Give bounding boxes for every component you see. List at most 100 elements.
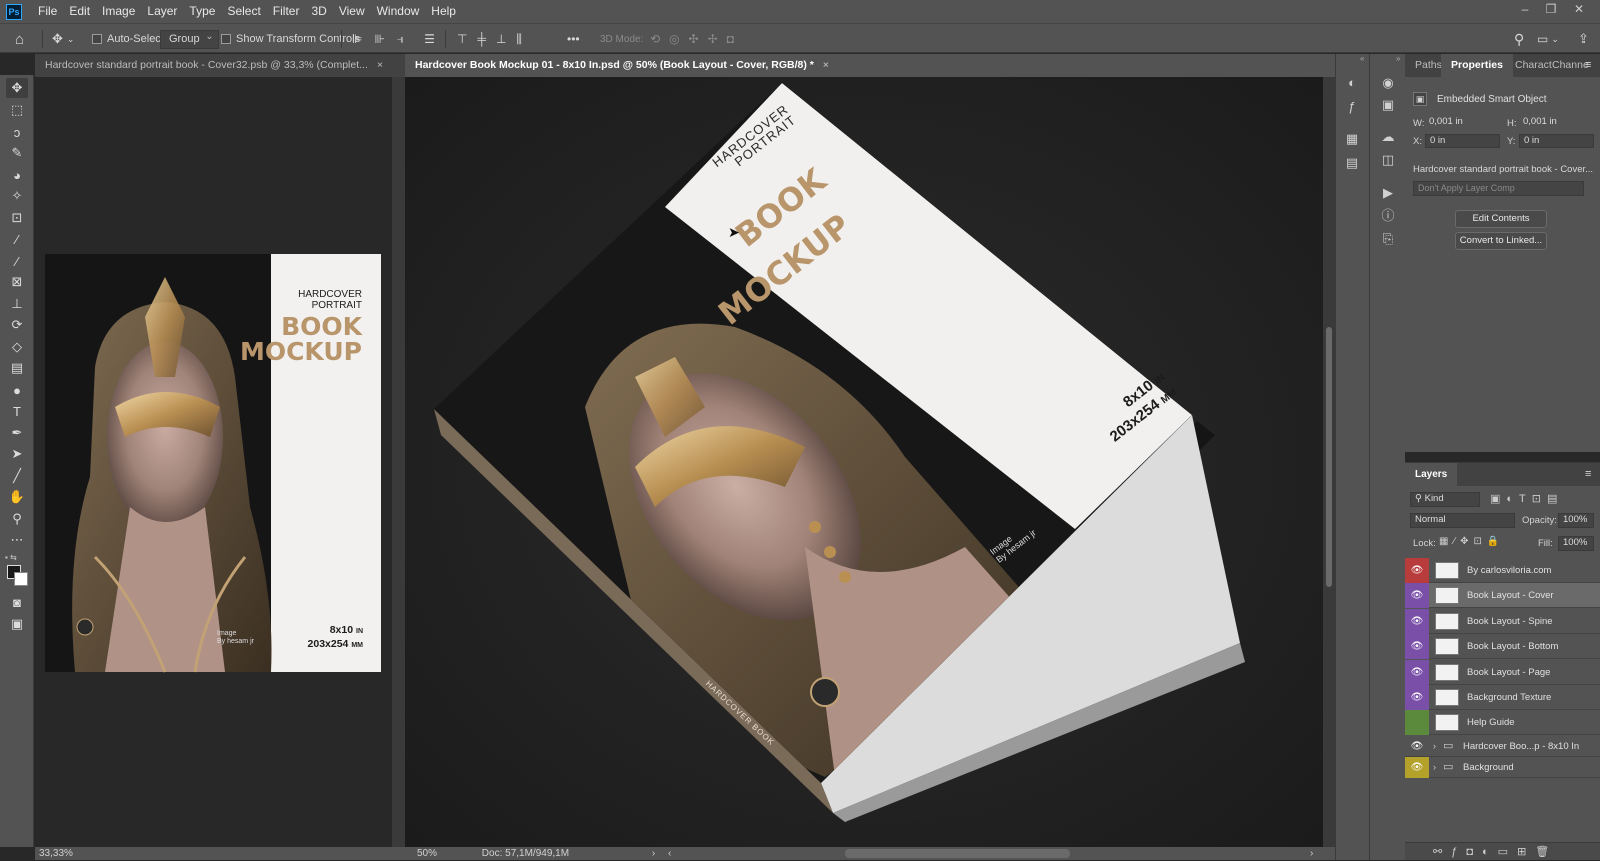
color-icon[interactable]: ◉ <box>1378 74 1398 92</box>
marquee-tool-icon[interactable]: ⬚ <box>6 100 28 120</box>
styles-icon[interactable]: ƒ <box>1342 98 1362 116</box>
gradient-tool-icon[interactable]: ▤ <box>6 358 28 378</box>
layer-filter-icons[interactable]: ▣◐T⊡▤ <box>1490 492 1563 505</box>
right-vertical-scrollbar[interactable] <box>1323 77 1335 847</box>
link-layers-icon[interactable]: ⚯ <box>1433 846 1451 858</box>
adjustment-layer-icon[interactable]: ◐ <box>1482 846 1498 858</box>
width-field[interactable]: 0,001 in <box>1425 116 1490 130</box>
slide-3d-icon[interactable]: ✢ <box>708 32 718 46</box>
align-vertical-icons[interactable]: ⊤ ╪ ⊥ ⫼ <box>457 24 522 54</box>
height-field[interactable]: 0,001 in <box>1519 116 1584 130</box>
pan-3d-icon[interactable]: ✣ <box>689 32 699 46</box>
expand-group-icon[interactable]: › <box>1433 757 1436 778</box>
layer-row[interactable]: 👁 Background Texture <box>1405 685 1600 710</box>
menu-layer[interactable]: Layer <box>141 0 183 23</box>
fill-field[interactable]: 100% <box>1558 536 1594 551</box>
eye-icon[interactable]: 👁 <box>1405 659 1429 685</box>
close-tab-icon[interactable]: × <box>823 59 829 71</box>
crop-tool-icon[interactable]: ⊡ <box>6 208 28 228</box>
eye-icon[interactable]: 👁 <box>1405 736 1429 757</box>
hand-tool-icon[interactable]: ✋ <box>6 487 28 507</box>
layer-row[interactable]: 👁 › ▭ Hardcover Boo...p - 8x10 In <box>1405 736 1600 757</box>
3d-icon[interactable]: ☁ <box>1378 128 1398 146</box>
close-tab-icon[interactable]: × <box>377 59 383 71</box>
align-right-icon[interactable]: ⫣ <box>397 32 406 47</box>
eye-icon[interactable]: 👁 <box>1405 558 1429 583</box>
distribute-icon[interactable]: ☰ <box>424 32 437 46</box>
align-middle-icon[interactable]: ╪ <box>477 32 486 46</box>
layer-row[interactable]: 👁 By carlosviloria.com <box>1405 558 1600 583</box>
layer-filter-kind[interactable]: ⚲ Kind <box>1410 492 1480 507</box>
convert-to-linked-button[interactable]: Convert to Linked... <box>1455 232 1547 250</box>
3d-mode-icons[interactable]: ⟲ ◎ ✣ ✢ ◘ <box>650 24 734 54</box>
menu-filter[interactable]: Filter <box>267 0 306 23</box>
eye-icon[interactable]: 👁 <box>1405 685 1429 710</box>
libraries-icon[interactable]: ▦ <box>1342 130 1362 148</box>
roll-3d-icon[interactable]: ◎ <box>669 32 679 46</box>
more-options-icon[interactable]: ••• <box>567 24 580 54</box>
minimize-icon[interactable]: – <box>1512 0 1538 20</box>
quick-mask-icon[interactable]: ◙ <box>6 592 28 612</box>
right-scroll-thumb[interactable] <box>1326 327 1332 587</box>
auto-select-checkbox[interactable]: Auto-Select: <box>92 24 167 54</box>
panel-menu-icon[interactable]: ≡ <box>1585 59 1591 71</box>
layer-row[interactable]: 👁 Book Layout - Cover <box>1405 583 1600 609</box>
restore-icon[interactable]: ❐ <box>1538 0 1564 20</box>
screen-mode-icon[interactable]: ▣ <box>6 614 28 634</box>
menu-view[interactable]: View <box>333 0 371 23</box>
left-canvas-scrollbar[interactable] <box>392 77 405 847</box>
new-layer-icon[interactable]: ⊞ <box>1517 846 1535 858</box>
expand-group-icon[interactable]: › <box>1433 736 1436 757</box>
notes-icon[interactable]: ▤ <box>1342 154 1362 172</box>
menu-help[interactable]: Help <box>425 0 462 23</box>
move-tool-icon[interactable]: ✥ ⌄ <box>52 24 74 54</box>
blend-mode-select[interactable]: Normal <box>1410 513 1515 528</box>
horizontal-scroll-thumb[interactable] <box>845 849 1070 858</box>
show-transform-checkbox[interactable]: Show Transform Controls <box>221 24 360 54</box>
layer-row[interactable]: 👁 Book Layout - Bottom <box>1405 634 1600 660</box>
history-brush-tool-icon[interactable]: ⟳ <box>6 315 28 335</box>
share-icon[interactable]: ⇪ <box>1578 24 1589 54</box>
eye-icon[interactable]: 👁 <box>1405 634 1429 660</box>
align-left-icon[interactable]: ⊫ <box>352 32 364 46</box>
fx-icon[interactable]: ƒ <box>1451 846 1466 858</box>
pen-tool-icon[interactable]: ✒ <box>6 423 28 443</box>
channels-icon[interactable]: ◫ <box>1378 151 1398 169</box>
tab-layers[interactable]: Layers <box>1405 463 1458 486</box>
info-icon[interactable]: ⓘ <box>1378 207 1398 225</box>
camera-3d-icon[interactable]: ◘ <box>727 32 734 46</box>
actions-play-icon[interactable]: ▶ <box>1378 184 1398 202</box>
eye-icon[interactable]: 👁 <box>1405 583 1429 609</box>
search-icon[interactable]: ⚲ <box>1514 24 1524 54</box>
line-tool-icon[interactable]: ╱ <box>6 466 28 486</box>
layer-row[interactable]: 👁 › ▭ Background <box>1405 756 1600 778</box>
quick-select-tool-icon[interactable]: ✎ <box>6 143 28 163</box>
close-window-icon[interactable]: ✕ <box>1566 0 1592 20</box>
menu-file[interactable]: File <box>32 0 63 23</box>
right-document-tab[interactable]: Hardcover Book Mockup 01 - 8x10 In.psd @… <box>405 54 1335 77</box>
magic-wand-tool-icon[interactable]: ✧ <box>6 186 28 206</box>
mask-icon[interactable]: ◘ <box>1466 846 1482 858</box>
workspace-icon[interactable]: ▭ ⌄ <box>1537 24 1559 54</box>
brush-tool-icon[interactable]: ∕ <box>6 251 28 271</box>
stamp-tool-icon[interactable]: ⊥ <box>6 294 28 314</box>
layer-row[interactable]: 👁 Book Layout - Page <box>1405 659 1600 685</box>
blur-tool-icon[interactable]: ● <box>6 380 28 400</box>
scroll-left-icon[interactable]: ‹ <box>668 848 671 859</box>
frame-tool-icon[interactable]: ⊠ <box>6 272 28 292</box>
x-field[interactable]: 0 in <box>1425 134 1500 148</box>
group-select[interactable]: Group <box>160 28 219 49</box>
eye-icon[interactable]: 👁 <box>1405 608 1429 634</box>
history-icon[interactable]: ⎘ <box>1378 230 1398 248</box>
more-tools-icon[interactable]: ⋯ <box>6 530 28 550</box>
swap-colors-icon[interactable]: ▪ ⇆ <box>5 553 29 563</box>
scroll-right-icon[interactable]: › <box>1310 847 1313 860</box>
status-arrow-icon[interactable]: › <box>652 848 655 859</box>
tab-properties[interactable]: Properties <box>1441 54 1513 77</box>
swatches-icon[interactable]: ▣ <box>1378 96 1398 114</box>
menu-image[interactable]: Image <box>96 0 141 23</box>
eye-icon[interactable]: 👁 <box>1405 756 1429 778</box>
align-center-icon[interactable]: ⊪ <box>374 32 386 46</box>
menu-select[interactable]: Select <box>221 0 266 23</box>
move-tool-icon[interactable]: ✥ <box>6 78 28 98</box>
